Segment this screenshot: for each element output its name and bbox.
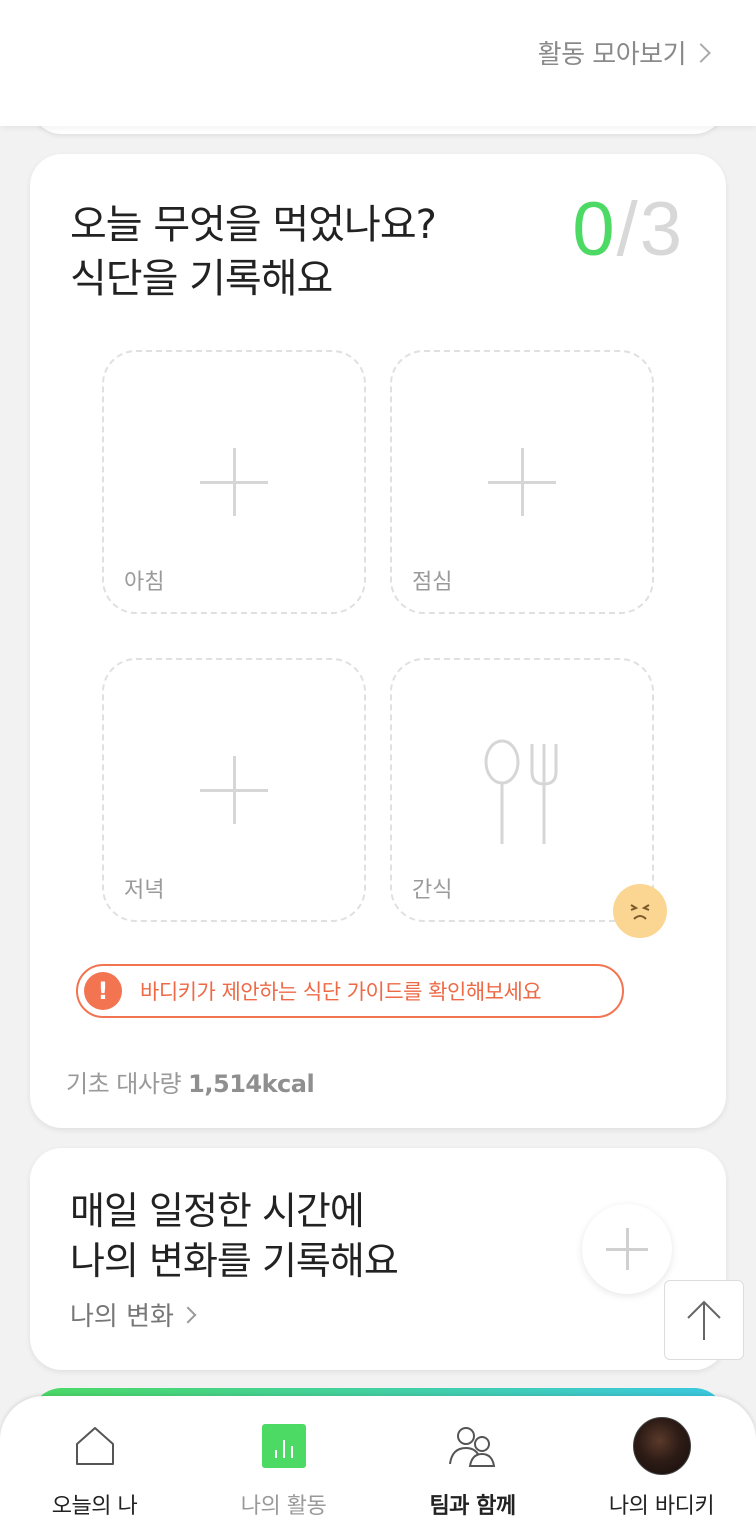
chevron-right-icon (179, 1306, 197, 1323)
meal-title-line2: 식단을 기록해요 (70, 256, 333, 302)
activity-summary-label: 활동 모아보기 (537, 40, 687, 70)
meal-count-separator: / (616, 187, 640, 272)
avatar (632, 1416, 692, 1476)
nav-item-today[interactable]: 오늘의 나 (0, 1396, 189, 1524)
plus-icon (200, 448, 268, 516)
sad-face-icon (613, 884, 667, 938)
nav-item-activity[interactable]: 나의 활동 (189, 1396, 378, 1524)
nav-label: 팀과 함께 (429, 1494, 516, 1519)
meal-slot-label: 저녁 (124, 878, 165, 903)
meal-card-title: 오늘 무엇을 먹었나요? 식단을 기록해요 (70, 198, 437, 306)
nav-label: 나의 활동 (240, 1494, 327, 1519)
change-title-line1: 매일 일정한 시간에 (70, 1189, 365, 1233)
team-icon (443, 1416, 503, 1476)
meal-count-total: 3 (639, 187, 684, 272)
plus-icon (488, 448, 556, 516)
diet-guide-banner[interactable]: ! 바디키가 제안하는 식단 가이드를 확인해보세요 (76, 964, 624, 1018)
meal-slot-lunch[interactable]: 점심 (390, 350, 654, 614)
plus-icon (200, 756, 268, 824)
bottom-navigation: 오늘의 나 나의 활동 팀과 함께 나의 바디키 (0, 1396, 756, 1524)
meal-count: 0/3 (572, 186, 684, 273)
meal-record-card: 오늘 무엇을 먹었나요? 식단을 기록해요 0/3 아침 점심 저녁 간식 ! … (30, 154, 726, 1128)
diet-guide-text: 바디키가 제안하는 식단 가이드를 확인해보세요 (140, 980, 542, 1004)
alert-icon: ! (84, 972, 122, 1010)
home-icon (65, 1416, 125, 1476)
change-title-line2: 나의 변화를 기록해요 (70, 1239, 399, 1283)
meal-slot-label: 간식 (412, 878, 453, 903)
meal-title-line1: 오늘 무엇을 먹었나요? (70, 202, 437, 248)
activity-summary-link[interactable]: 활동 모아보기 (537, 34, 711, 71)
nav-label: 나의 바디키 (608, 1494, 715, 1519)
activity-chart-icon (254, 1416, 314, 1476)
basal-metabolic-rate: 기초 대사량 1,514kcal (66, 1064, 315, 1099)
meal-slot-label: 점심 (412, 570, 453, 595)
body-change-card: 매일 일정한 시간에 나의 변화를 기록해요 나의 변화 (30, 1148, 726, 1370)
scroll-to-top-button[interactable] (664, 1280, 744, 1360)
meal-slot-snack[interactable]: 간식 (390, 658, 654, 922)
top-bar: 활동 모아보기 (0, 0, 756, 126)
meal-slot-dinner[interactable]: 저녁 (102, 658, 366, 922)
change-card-title: 매일 일정한 시간에 나의 변화를 기록해요 (70, 1186, 399, 1286)
arrow-up-icon (687, 1300, 721, 1340)
nav-item-my-bodykey[interactable]: 나의 바디키 (567, 1396, 756, 1524)
my-change-label: 나의 변화 (70, 1302, 174, 1332)
chevron-right-icon (691, 42, 711, 63)
meal-slot-label: 아침 (124, 570, 165, 595)
spoon-fork-icon (484, 739, 558, 844)
meal-count-done: 0 (572, 187, 617, 272)
meal-slot-breakfast[interactable]: 아침 (102, 350, 366, 614)
bmr-value: 1,514kcal (188, 1070, 315, 1098)
bmr-label: 기초 대사량 (66, 1070, 182, 1098)
nav-label: 오늘의 나 (51, 1494, 138, 1519)
nav-item-team[interactable]: 팀과 함께 (378, 1396, 567, 1524)
my-change-link[interactable]: 나의 변화 (70, 1296, 197, 1333)
add-change-button[interactable] (582, 1204, 672, 1294)
